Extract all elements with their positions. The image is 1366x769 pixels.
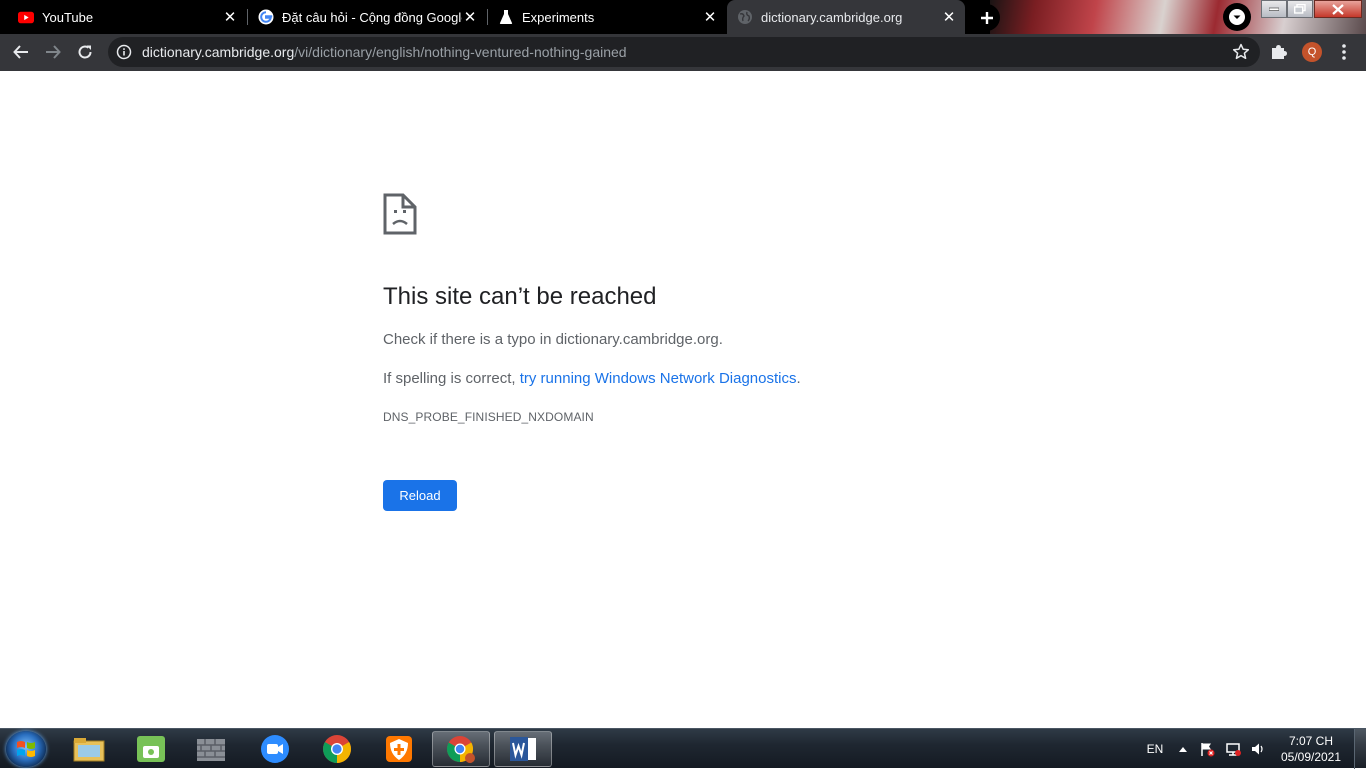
diagnostics-suggestion: If spelling is correct, try running Wind… bbox=[383, 370, 801, 387]
tab-title: Experiments bbox=[522, 9, 595, 25]
word-button[interactable] bbox=[494, 731, 552, 767]
language-indicator[interactable]: EN bbox=[1142, 729, 1168, 769]
new-tab-button[interactable] bbox=[973, 4, 1000, 31]
error-title: This site can’t be reached bbox=[383, 283, 657, 310]
tab-search-button[interactable] bbox=[1223, 3, 1251, 31]
chrome-profile-button[interactable] bbox=[432, 731, 490, 767]
chrome-profile-icon bbox=[446, 736, 475, 763]
reload-button[interactable]: Reload bbox=[383, 480, 457, 511]
show-desktop-button[interactable] bbox=[1354, 729, 1366, 769]
close-tab-icon[interactable]: ✕ bbox=[941, 9, 957, 26]
tab-strip: YouTube ✕ Đặt câu hỏi - Cộng đồng Google… bbox=[0, 0, 1366, 34]
file-explorer-button[interactable] bbox=[60, 731, 118, 767]
browser-toolbar: dictionary.cambridge.org/vi/dictionary/e… bbox=[0, 34, 1366, 71]
firewall-icon bbox=[197, 739, 225, 761]
tab-google-community[interactable]: Đặt câu hỏi - Cộng đồng Google ✕ bbox=[248, 0, 486, 34]
clock-date: 05/09/2021 bbox=[1280, 750, 1342, 764]
minimize-icon bbox=[1269, 7, 1279, 11]
zoom-icon bbox=[261, 735, 289, 763]
profile-avatar[interactable]: Q bbox=[1302, 42, 1322, 62]
chevron-up-icon bbox=[1179, 747, 1187, 752]
url-host: dictionary.cambridge.org bbox=[142, 44, 295, 60]
flask-icon bbox=[498, 9, 514, 25]
refresh-icon bbox=[78, 45, 92, 59]
url-path: /vi/dictionary/english/nothing-ventured-… bbox=[294, 44, 627, 60]
address-bar[interactable]: dictionary.cambridge.org/vi/dictionary/e… bbox=[108, 37, 1260, 67]
windows-taskbar: EN 7:07 CH 05/09/2021 bbox=[0, 728, 1366, 769]
minimize-button[interactable] bbox=[1261, 0, 1287, 18]
sad-document-icon bbox=[383, 193, 417, 235]
android-studio-icon bbox=[137, 736, 165, 762]
globe-icon bbox=[737, 9, 753, 25]
close-tab-icon[interactable]: ✕ bbox=[462, 9, 478, 26]
firewall-button[interactable] bbox=[182, 731, 240, 767]
chrome-menu-button[interactable] bbox=[1334, 41, 1354, 63]
show-hidden-icons-button[interactable] bbox=[1174, 729, 1192, 769]
close-tab-icon[interactable]: ✕ bbox=[702, 9, 718, 26]
avast-button[interactable] bbox=[370, 731, 428, 767]
clock-time: 7:07 CH bbox=[1288, 734, 1334, 748]
more-vertical-icon bbox=[1342, 44, 1346, 60]
puzzle-icon bbox=[1272, 45, 1287, 59]
bookmark-star-icon[interactable] bbox=[1232, 43, 1250, 61]
tab-title: Đặt câu hỏi - Cộng đồng Google bbox=[282, 9, 462, 25]
error-page: This site can’t be reached Check if ther… bbox=[0, 71, 1366, 728]
chrome-button[interactable] bbox=[308, 731, 366, 767]
restore-icon bbox=[1294, 4, 1306, 14]
zoom-button[interactable] bbox=[246, 731, 304, 767]
youtube-icon bbox=[18, 9, 34, 25]
back-button[interactable] bbox=[6, 37, 36, 67]
network-diagnostics-link[interactable]: try running Windows Network Diagnostics bbox=[520, 370, 797, 387]
tab-experiments[interactable]: Experiments ✕ bbox=[488, 0, 726, 34]
system-clock[interactable]: 7:07 CH 05/09/2021 bbox=[1278, 733, 1344, 765]
close-window-button[interactable] bbox=[1314, 0, 1362, 18]
tab-youtube[interactable]: YouTube ✕ bbox=[0, 0, 246, 34]
network-button[interactable] bbox=[1222, 729, 1244, 769]
reload-toolbar-button[interactable] bbox=[70, 37, 100, 67]
url-text[interactable]: dictionary.cambridge.org/vi/dictionary/e… bbox=[142, 44, 627, 60]
chrome-icon bbox=[323, 735, 351, 763]
error-code: DNS_PROBE_FINISHED_NXDOMAIN bbox=[383, 410, 594, 424]
arrow-left-icon bbox=[13, 45, 28, 59]
android-studio-button[interactable] bbox=[122, 731, 180, 767]
action-center-button[interactable] bbox=[1196, 729, 1218, 769]
restore-button[interactable] bbox=[1287, 0, 1313, 18]
tab-title: dictionary.cambridge.org bbox=[761, 9, 903, 25]
file-explorer-icon bbox=[73, 738, 105, 762]
typo-suggestion: Check if there is a typo in dictionary.c… bbox=[383, 331, 723, 348]
forward-button[interactable] bbox=[38, 37, 68, 67]
tab-title: YouTube bbox=[42, 9, 94, 25]
word-icon bbox=[510, 737, 536, 761]
speaker-icon bbox=[1252, 743, 1263, 755]
extensions-button[interactable] bbox=[1268, 41, 1290, 63]
flag-error-icon bbox=[1201, 743, 1215, 757]
network-icon bbox=[1226, 743, 1241, 756]
close-tab-icon[interactable]: ✕ bbox=[222, 9, 238, 26]
google-icon bbox=[258, 9, 274, 25]
avast-icon bbox=[386, 736, 412, 762]
close-icon bbox=[1332, 3, 1344, 15]
tab-cambridge-dictionary[interactable]: dictionary.cambridge.org ✕ bbox=[727, 0, 965, 34]
info-icon[interactable] bbox=[116, 44, 132, 60]
plus-icon bbox=[980, 11, 993, 24]
start-button[interactable] bbox=[6, 731, 46, 767]
diagnostics-suffix: . bbox=[796, 370, 801, 387]
arrow-right-icon bbox=[46, 45, 61, 59]
chevron-down-icon bbox=[1229, 9, 1245, 25]
diagnostics-prefix: If spelling is correct, bbox=[383, 370, 520, 387]
windows-logo-icon bbox=[17, 741, 35, 757]
volume-button[interactable] bbox=[1247, 729, 1269, 769]
